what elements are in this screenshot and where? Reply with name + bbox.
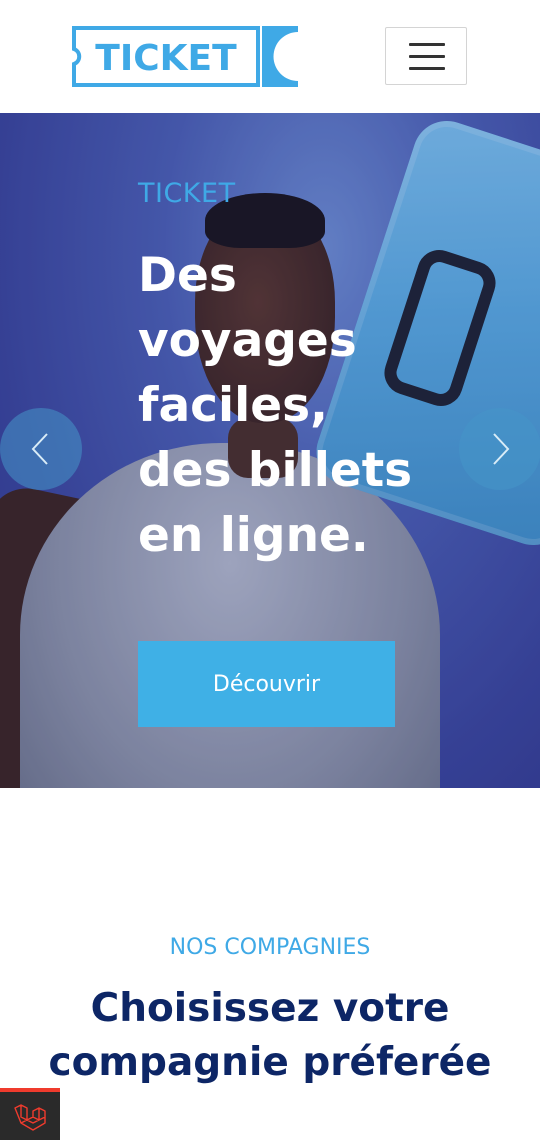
hamburger-bar [409,67,445,70]
logo-text: TICKET [95,38,237,79]
section-title-line: Choisissez votre [90,986,450,1031]
hero-title-line: en ligne. [138,508,369,563]
site-header: TICKET [0,0,540,113]
laravel-debug-badge[interactable] [0,1088,60,1140]
hamburger-bar [409,55,445,58]
hero-title-line: faciles, [138,378,328,433]
laravel-icon [14,1104,46,1131]
ticket-logo-icon: TICKET [72,26,298,87]
hero-title: Des voyages faciles, des billets en lign… [138,243,458,568]
section-title-line: compagnie préferée [48,1040,492,1085]
logo[interactable]: TICKET [72,26,298,87]
hero-title-line: Des [138,248,237,303]
discover-button[interactable]: Découvrir [138,641,395,727]
section-title: Choisissez votre compagnie préferée [0,982,540,1090]
carousel-next-button[interactable] [459,408,540,490]
section-kicker: NOS COMPAGNIES [169,935,371,960]
menu-toggle-button[interactable] [385,27,467,85]
hamburger-menu-icon [409,43,445,46]
hero-title-line: voyages [138,313,357,368]
chevron-left-icon [31,433,48,465]
carousel-prev-button[interactable] [0,408,82,490]
hero-kicker: TICKET [138,178,236,209]
hero-title-line: des billets [138,443,413,498]
chevron-right-icon [493,433,510,465]
